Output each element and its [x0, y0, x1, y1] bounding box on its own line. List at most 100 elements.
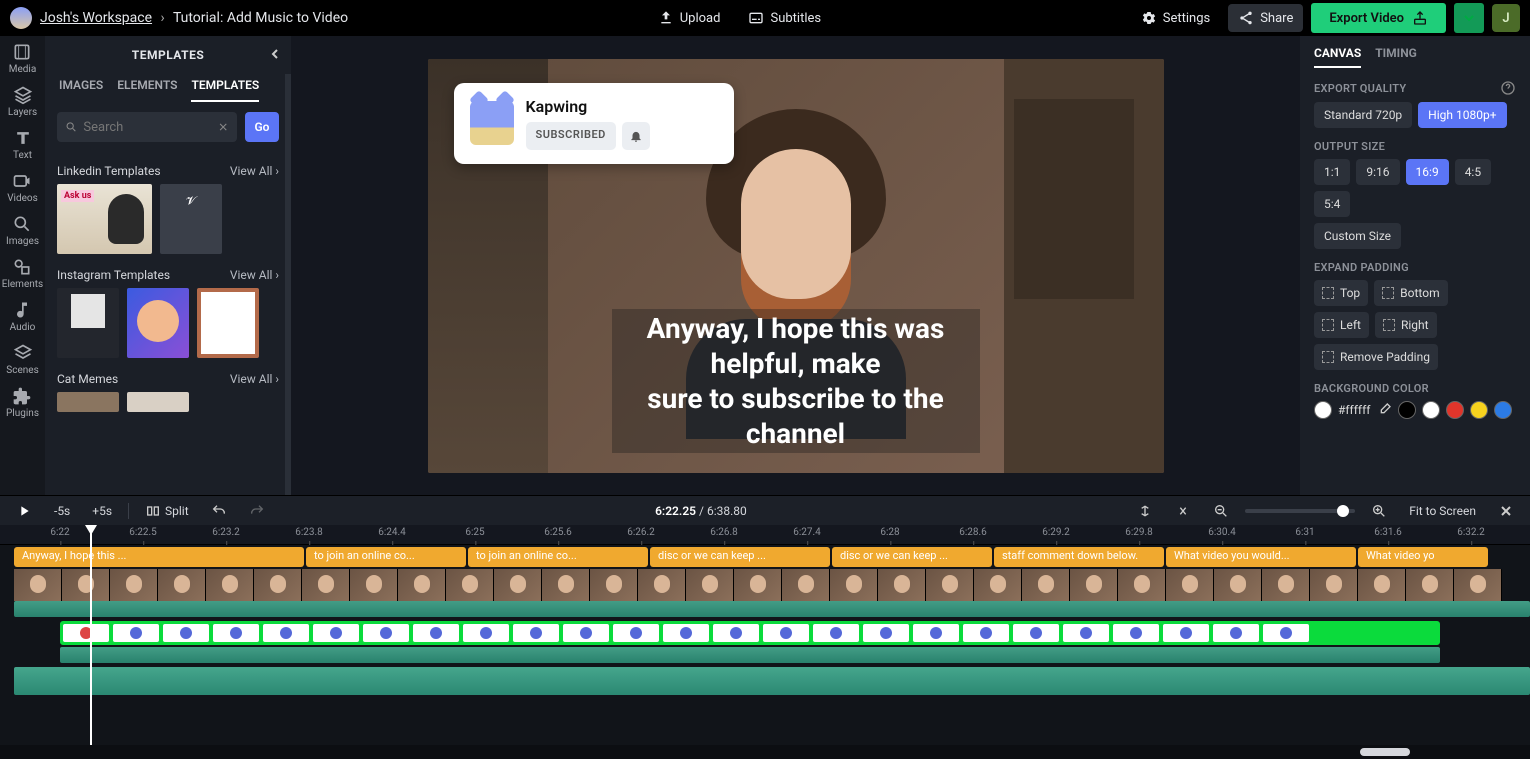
export-button[interactable]: Export Video: [1311, 3, 1446, 33]
clear-icon[interactable]: [217, 119, 229, 135]
swatch[interactable]: [1446, 401, 1464, 419]
swatch[interactable]: [1494, 401, 1512, 419]
audio-waveform-track-2[interactable]: [60, 647, 1440, 663]
tab-images[interactable]: IMAGES: [59, 78, 103, 102]
pad-left[interactable]: Left: [1314, 312, 1369, 338]
share-button[interactable]: Share: [1228, 4, 1303, 32]
overlay-chip[interactable]: [713, 624, 759, 642]
subtitle-track[interactable]: Anyway, I hope this ...to join an online…: [0, 547, 1530, 567]
bg-color-input[interactable]: #ffffff: [1314, 401, 1370, 419]
undo-button[interactable]: [205, 500, 233, 522]
ratio-4-5[interactable]: 4:5: [1455, 159, 1491, 185]
tab-elements[interactable]: ELEMENTS: [117, 78, 177, 102]
audio-waveform-track[interactable]: [14, 601, 1530, 617]
nav-videos[interactable]: Videos: [7, 171, 38, 204]
search-box[interactable]: [57, 112, 237, 142]
pad-bottom[interactable]: Bottom: [1374, 280, 1447, 306]
split-button[interactable]: Split: [139, 500, 195, 522]
close-timeline[interactable]: [1492, 500, 1520, 522]
nav-audio[interactable]: Audio: [10, 300, 36, 333]
help-icon[interactable]: [1500, 80, 1516, 96]
overlay-chip[interactable]: [663, 624, 709, 642]
fit-to-screen[interactable]: Fit to Screen: [1403, 501, 1482, 521]
tab-canvas[interactable]: CANVAS: [1314, 46, 1361, 68]
user-avatar[interactable]: J: [1492, 4, 1520, 32]
subtitle-clip[interactable]: disc or we can keep ...: [650, 547, 830, 567]
fwd-5s[interactable]: +5s: [86, 501, 118, 521]
viewall-link[interactable]: View All ›: [230, 372, 279, 386]
overlay-chip[interactable]: [213, 624, 259, 642]
overlay-chip[interactable]: [313, 624, 359, 642]
nav-images[interactable]: Images: [6, 214, 39, 247]
tab-templates[interactable]: TEMPLATES: [191, 78, 259, 102]
ratio-1-1[interactable]: 1:1: [1314, 159, 1350, 185]
redo-button[interactable]: [243, 500, 271, 522]
overlay-chip[interactable]: [413, 624, 459, 642]
overlay-chip[interactable]: [1113, 624, 1159, 642]
timeline[interactable]: 6:226:22.56:23.26:23.86:24.46:256:25.66:…: [0, 525, 1530, 759]
overlay-chip[interactable]: [363, 624, 409, 642]
overlay-chip[interactable]: [1013, 624, 1059, 642]
search-input[interactable]: [83, 120, 210, 135]
play-button[interactable]: [10, 500, 38, 522]
subtitle-clip[interactable]: What video yo: [1358, 547, 1488, 567]
subtitle-clip[interactable]: staff comment down below.: [994, 547, 1164, 567]
overlay-chip[interactable]: [913, 624, 959, 642]
snap-button[interactable]: [1131, 500, 1159, 522]
swatch[interactable]: [1470, 401, 1488, 419]
overlay-chip[interactable]: [813, 624, 859, 642]
ratio-16-9[interactable]: 16:9: [1406, 159, 1449, 185]
overlay-chip[interactable]: [1263, 624, 1309, 642]
workspace-link[interactable]: Josh's Workspace: [40, 10, 152, 26]
quality-high[interactable]: High 1080p+: [1418, 102, 1506, 128]
zoom-in[interactable]: [1365, 500, 1393, 522]
video-preview[interactable]: Kapwing SUBSCRIBED Anyway, I hope this w…: [428, 59, 1164, 473]
nav-scenes[interactable]: Scenes: [6, 343, 38, 376]
template-thumb[interactable]: [57, 288, 119, 358]
eyedropper-icon[interactable]: [1376, 402, 1392, 418]
quality-standard[interactable]: Standard 720p: [1314, 102, 1412, 128]
canvas-area[interactable]: Kapwing SUBSCRIBED Anyway, I hope this w…: [291, 36, 1300, 495]
workspace-avatar[interactable]: [10, 7, 32, 29]
overlay-chip[interactable]: [763, 624, 809, 642]
template-thumb[interactable]: Ask us: [57, 184, 152, 254]
overlay-chip[interactable]: [263, 624, 309, 642]
trim-button[interactable]: [1169, 500, 1197, 522]
pad-right[interactable]: Right: [1375, 312, 1437, 338]
template-thumb[interactable]: [127, 288, 189, 358]
custom-size-button[interactable]: Custom Size: [1314, 223, 1401, 249]
overlay-chip[interactable]: [1163, 624, 1209, 642]
template-thumb[interactable]: [127, 392, 189, 412]
nav-text[interactable]: Text: [13, 128, 33, 161]
overlay-chip[interactable]: [1063, 624, 1109, 642]
overlay-chip[interactable]: [563, 624, 609, 642]
nav-elements[interactable]: Elements: [2, 257, 43, 290]
export-caret-button[interactable]: [1454, 3, 1484, 33]
back-5s[interactable]: -5s: [48, 501, 76, 521]
overlay-chip[interactable]: [613, 624, 659, 642]
template-thumb[interactable]: 𝓥: [160, 184, 222, 254]
subtitle-clip[interactable]: to join an online co...: [468, 547, 648, 567]
overlay-chip[interactable]: [113, 624, 159, 642]
overlay-chip[interactable]: [463, 624, 509, 642]
subtitle-clip[interactable]: to join an online co...: [306, 547, 466, 567]
overlay-track[interactable]: [60, 621, 1440, 645]
overlay-chip[interactable]: [1213, 624, 1259, 642]
subtitle-clip[interactable]: disc or we can keep ...: [832, 547, 992, 567]
settings-button[interactable]: Settings: [1131, 4, 1220, 32]
nav-layers[interactable]: Layers: [8, 85, 37, 118]
viewall-link[interactable]: View All ›: [230, 164, 279, 178]
overlay-chip[interactable]: [963, 624, 1009, 642]
music-track[interactable]: [14, 667, 1530, 695]
timeline-ruler[interactable]: 6:226:22.56:23.26:23.86:24.46:256:25.66:…: [0, 525, 1530, 545]
tab-timing[interactable]: TIMING: [1375, 46, 1417, 68]
nav-media[interactable]: Media: [9, 42, 37, 75]
viewall-link[interactable]: View All ›: [230, 268, 279, 282]
zoom-slider[interactable]: [1245, 509, 1355, 513]
nav-plugins[interactable]: Plugins: [6, 386, 39, 419]
ratio-9-16[interactable]: 9:16: [1356, 159, 1399, 185]
swatch[interactable]: [1398, 401, 1416, 419]
swatch[interactable]: [1422, 401, 1440, 419]
subtitle-clip[interactable]: Anyway, I hope this ...: [14, 547, 304, 567]
overlay-chip[interactable]: [863, 624, 909, 642]
